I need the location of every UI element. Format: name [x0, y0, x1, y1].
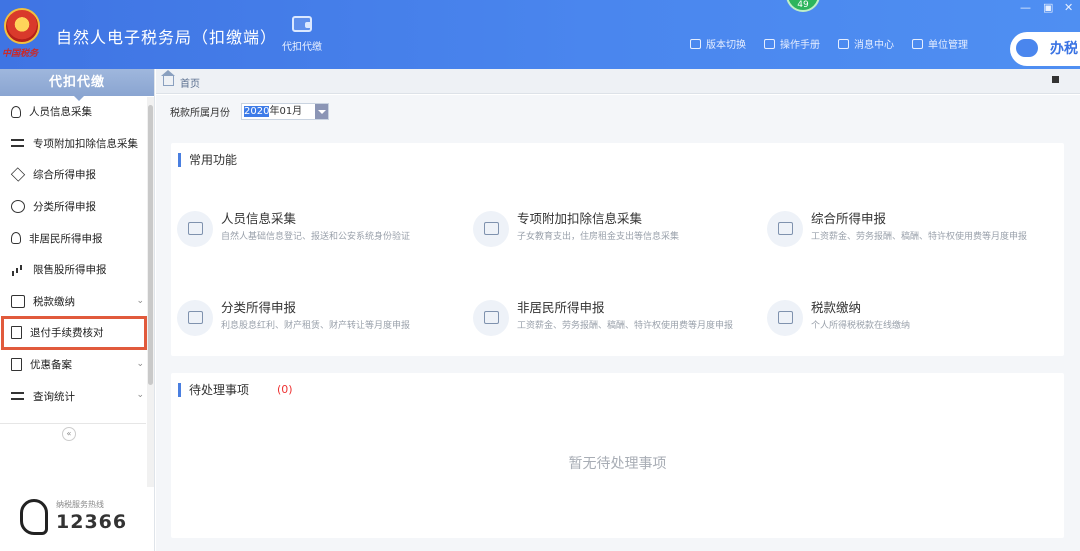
- period-year: 2020: [244, 106, 270, 117]
- sidebar-collapse: «: [0, 423, 146, 441]
- chevron-down-icon[interactable]: [315, 104, 328, 119]
- function-tax-payment[interactable]: 税款缴纳 个人所得税税款在线缴纳: [761, 290, 1051, 336]
- pending-items-count: (0): [277, 383, 293, 396]
- folder-icon: [11, 294, 25, 308]
- sidebar-item-comprehensive-income[interactable]: 综合所得申报: [0, 159, 146, 191]
- home-icon[interactable]: [161, 70, 175, 86]
- chevron-down-icon: ⌄: [136, 390, 144, 401]
- pie-icon: [11, 200, 25, 214]
- wallet-icon: [292, 16, 312, 32]
- manual-icon: [764, 38, 775, 49]
- hotline-label: 纳税服务热线: [56, 500, 104, 509]
- edit-icon: [177, 300, 213, 336]
- minimize-button[interactable]: —: [1020, 1, 1031, 14]
- payment-icon: [767, 300, 803, 336]
- chevron-down-icon: ⌄: [136, 295, 144, 306]
- pending-empty-text: 暂无待处理事项: [568, 456, 667, 472]
- tax-emblem-icon: [4, 8, 40, 44]
- unit-management-link[interactable]: 单位管理: [912, 36, 968, 51]
- sidebar-item-preferential-filing[interactable]: 优惠备案 ⌄: [0, 349, 146, 381]
- sidebar-item-tax-payment[interactable]: 税款缴纳 ⌄: [0, 286, 146, 318]
- emblem-text: 中国税务: [2, 49, 39, 59]
- tab-home[interactable]: 首页: [180, 75, 200, 90]
- pending-items-title: 待处理事项: [178, 383, 249, 397]
- common-functions-panel: 常用功能 人员信息采集 自然人基础信息登记、报送和公安系统身份验证 专项附加扣除…: [171, 143, 1064, 356]
- person-icon: [11, 232, 21, 245]
- main-content: 税款所属月份 2020年01月 常用功能 人员信息采集 自然人基础信息登记、报送…: [156, 95, 1080, 551]
- person-icon: [11, 105, 21, 118]
- daikou-daijiao-button[interactable]: 代扣代缴: [278, 16, 326, 53]
- close-button[interactable]: ✕: [1064, 1, 1073, 14]
- sidebar-item-restricted-stock[interactable]: 限售股所得申报: [0, 254, 146, 286]
- daikou-label: 代扣代缴: [282, 42, 322, 53]
- list-icon: [11, 137, 25, 150]
- function-classified-income[interactable]: 分类所得申报 利息股息红利、财产租赁、财产转让等月度申报: [171, 290, 461, 336]
- function-nonresident-income[interactable]: 非居民所得申报 工资薪金、劳务报酬、稿酬、特许权使用费等月度申报: [467, 290, 757, 336]
- hotline-logo-icon: [20, 499, 48, 535]
- sidebar-item-query-stats[interactable]: 查询统计 ⌄: [0, 380, 146, 412]
- sidebar-title: 代扣代缴: [0, 69, 154, 101]
- hotline-block: 纳税服务热线 12366: [16, 495, 146, 539]
- maximize-button[interactable]: ▣: [1043, 1, 1053, 14]
- sidebar: 代扣代缴 人员信息采集 专项附加扣除信息采集 综合所得申报 分类所得申报 非居民…: [0, 69, 155, 551]
- function-personnel-info[interactable]: 人员信息采集 自然人基础信息登记、报送和公安系统身份验证: [171, 201, 461, 247]
- version-switch-link[interactable]: 版本切换: [690, 36, 746, 51]
- mail-icon: [838, 38, 849, 49]
- sidebar-scrollbar[interactable]: [147, 97, 154, 487]
- id-card-icon: [177, 211, 213, 247]
- banshui-button[interactable]: 办税: [1010, 32, 1080, 66]
- tab-close-icon[interactable]: [1052, 76, 1059, 83]
- building-icon: [912, 38, 923, 49]
- search-list-icon: [11, 390, 25, 403]
- collapse-button[interactable]: «: [62, 427, 76, 441]
- sidebar-item-fee-refund-check[interactable]: 退付手续费核对: [1, 316, 147, 350]
- chat-icon: [1016, 39, 1038, 57]
- doc-icon: [11, 326, 22, 340]
- scrollbar-thumb[interactable]: [148, 105, 153, 385]
- message-center-link[interactable]: 消息中心: [838, 36, 894, 51]
- switch-icon: [690, 38, 701, 49]
- chart-icon: [11, 263, 25, 277]
- sidebar-menu: 人员信息采集 专项附加扣除信息采集 综合所得申报 分类所得申报 非居民所得申报 …: [0, 96, 147, 412]
- app-header: 中国税务 自然人电子税务局（扣缴端） 代扣代缴 49 — ▣ ✕ 版本切换 操作…: [0, 0, 1080, 69]
- sidebar-item-classified-income[interactable]: 分类所得申报: [0, 191, 146, 223]
- period-month: 年01月: [269, 106, 303, 117]
- sidebar-item-special-deduction[interactable]: 专项附加扣除信息采集: [0, 128, 146, 160]
- pending-items-panel: 待处理事项 (0) 暂无待处理事项: [171, 373, 1064, 538]
- hotline-number: 12366: [56, 511, 128, 533]
- chevron-down-icon: ⌄: [136, 358, 144, 369]
- period-label: 税款所属月份: [170, 108, 230, 119]
- manual-link[interactable]: 操作手册: [764, 36, 820, 51]
- report-icon: [767, 211, 803, 247]
- sidebar-item-nonresident-income[interactable]: 非居民所得申报: [0, 222, 146, 254]
- function-comprehensive-income[interactable]: 综合所得申报 工资薪金、劳务报酬、稿酬、特许权使用费等月度申报: [761, 201, 1051, 247]
- notification-badge[interactable]: 49: [786, 0, 820, 12]
- layers-icon: [10, 167, 26, 183]
- function-special-deduction[interactable]: 专项附加扣除信息采集 子女教育支出，住房租金支出等信息采集: [467, 201, 757, 247]
- edit-icon: [473, 300, 509, 336]
- calendar-icon: [473, 211, 509, 247]
- header-links: 版本切换 操作手册 消息中心 单位管理: [690, 36, 968, 51]
- doc-icon: [11, 358, 22, 372]
- tab-bar: 首页: [156, 69, 1080, 94]
- sidebar-item-personnel-info[interactable]: 人员信息采集: [0, 96, 146, 128]
- period-select[interactable]: 2020年01月: [241, 103, 329, 120]
- common-functions-title: 常用功能: [178, 153, 237, 167]
- app-title: 自然人电子税务局（扣缴端）: [56, 28, 278, 47]
